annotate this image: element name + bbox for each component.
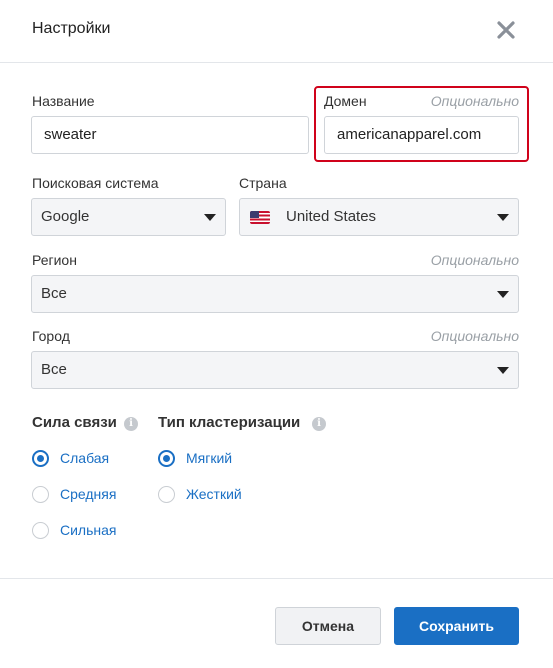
save-button[interactable]: Сохранить [394, 607, 519, 645]
country-value: United States [286, 208, 377, 225]
cancel-button[interactable]: Отмена [275, 607, 381, 645]
chevron-down-icon [497, 367, 509, 374]
radio-label: Жесткий [186, 486, 242, 502]
clustering-type-label: Тип кластеризации [158, 414, 301, 431]
radio-button[interactable] [158, 486, 175, 503]
search-engine-value: Google [41, 208, 90, 225]
radio-link-strength-medium[interactable]: Средняя [32, 485, 142, 505]
radio-button[interactable] [158, 450, 175, 467]
domain-label: Домен [324, 93, 367, 109]
radio-button[interactable] [32, 450, 49, 467]
region-optional-note: Опционально [430, 252, 519, 268]
radio-label: Слабая [60, 450, 110, 466]
info-icon[interactable]: i [312, 417, 326, 431]
region-label: Регион [32, 252, 77, 268]
info-icon[interactable]: i [124, 417, 138, 431]
settings-dialog: Настройки Название sweater Домен Опциона… [0, 0, 553, 668]
city-optional-note: Опционально [430, 328, 519, 344]
radio-button[interactable] [32, 522, 49, 539]
search-engine-label: Поисковая система [32, 175, 159, 191]
country-select[interactable]: United States [239, 198, 519, 236]
radio-label: Средняя [60, 486, 117, 502]
radio-button[interactable] [32, 486, 49, 503]
search-engine-select[interactable]: Google [31, 198, 226, 236]
name-label: Название [32, 93, 95, 109]
radio-link-strength-strong[interactable]: Сильная [32, 521, 142, 541]
name-input[interactable]: sweater [31, 116, 309, 154]
dialog-title: Настройки [32, 20, 111, 37]
region-select[interactable]: Все [31, 275, 519, 313]
dialog-header: Настройки [0, 0, 553, 63]
close-icon[interactable] [495, 19, 517, 41]
chevron-down-icon [204, 214, 216, 221]
radio-clustering-hard[interactable]: Жесткий [158, 485, 268, 505]
chevron-down-icon [497, 214, 509, 221]
domain-optional-note: Опционально [430, 93, 519, 109]
country-label: Страна [239, 175, 287, 191]
region-value: Все [41, 285, 67, 302]
footer-divider [0, 578, 553, 579]
radio-clustering-soft[interactable]: Мягкий [158, 449, 258, 469]
city-select[interactable]: Все [31, 351, 519, 389]
domain-input[interactable]: americanapparel.com [324, 116, 519, 154]
us-flag-icon [250, 211, 270, 224]
link-strength-label: Сила связи [32, 414, 117, 431]
radio-link-strength-weak[interactable]: Слабая [32, 449, 132, 469]
radio-label: Мягкий [186, 450, 233, 466]
chevron-down-icon [497, 291, 509, 298]
city-value: Все [41, 361, 67, 378]
city-label: Город [32, 328, 70, 344]
radio-label: Сильная [60, 522, 117, 538]
